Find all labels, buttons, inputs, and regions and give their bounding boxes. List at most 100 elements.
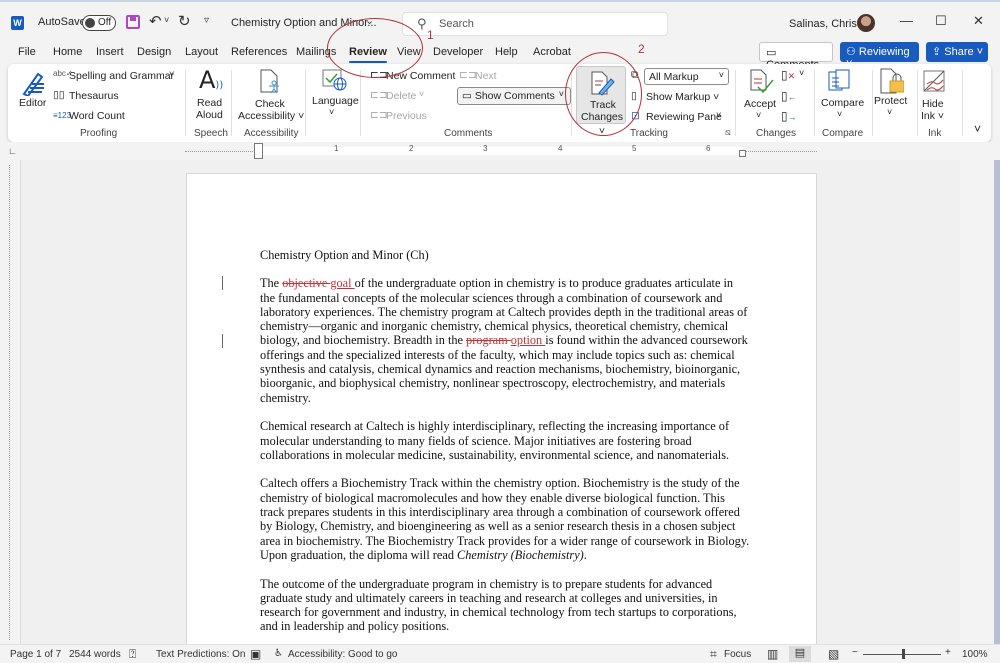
annotation-number-1: 1 [427,28,434,42]
editor-icon [22,72,44,96]
divider [360,70,361,136]
tab-acrobat[interactable]: Acrobat [533,46,571,58]
tab-developer[interactable]: Developer [433,46,483,58]
save-icon[interactable] [126,15,140,29]
minimize-icon[interactable]: — [900,13,913,28]
proofing-status-icon[interactable]: ⍰ [129,647,136,662]
search-icon: ⚲ [417,16,427,31]
tracked-deletion[interactable]: objective [282,276,330,290]
divider [735,70,736,136]
accessibility-status[interactable]: Accessibility: Good to go [288,649,398,660]
accept-icon [750,69,774,94]
maximize-icon[interactable]: ☐ [935,13,947,29]
zoom-slider-thumb[interactable] [902,649,905,659]
reject-icon[interactable]: ▯✕ [781,68,795,82]
annotation-number-2: 2 [638,42,645,56]
spelling-label: Spelling and Grammar [69,70,175,82]
chevron-down-icon: ˅ [756,110,762,120]
dialog-launcher-icon[interactable]: ⧅ [725,127,731,138]
customize-qat-icon[interactable]: ▿ [204,15,209,26]
tab-layout[interactable]: Layout [185,46,218,58]
word-count[interactable]: 2544 words [69,649,121,660]
redo-icon[interactable]: ↻ [178,12,191,30]
search-input[interactable]: ⚲ Search [402,12,668,36]
reviewing-pane-label: Reviewing Pane [646,111,722,123]
paragraph-3: Caltech offers a Biochemistry Track with… [260,476,750,562]
reviewing-button[interactable]: ⚇ Reviewing ˅ [840,42,919,70]
show-comments-button[interactable]: ▭ Show Comments ˅ [457,87,571,105]
close-icon[interactable]: ✕ [973,13,984,29]
chevron-down-icon: ˅ [419,89,425,99]
word-count-label: Word Count [69,110,125,122]
indent-marker-left[interactable] [254,143,263,159]
delete-comment-label: Delete [386,90,417,102]
undo-icon[interactable]: ↶ [149,12,162,30]
share-button-label: Share [944,46,974,58]
ruler-number: 1 [334,144,339,153]
indent-marker-right[interactable] [739,150,746,157]
zoom-in-button[interactable]: + [945,647,951,658]
page-count[interactable]: Page 1 of 7 [10,649,61,660]
protect-icon [880,68,904,94]
zoom-out-button[interactable]: − [852,647,858,658]
title-bar: W AutoSave Off ↶ ˅ ↻ ▿ Chemistry Option … [0,0,1000,42]
ruler-number: 3 [483,144,488,153]
tab-design[interactable]: Design [137,46,171,58]
reviewing-icon: ⚇ [846,46,859,58]
focus-button[interactable]: Focus [724,649,751,660]
change-bar [222,334,223,348]
comment-icon: ▭ [766,47,777,59]
comments-button[interactable]: ▭ Comments [759,42,833,71]
status-bar: Page 1 of 7 2544 words ⍰ Text Prediction… [0,644,1000,663]
autosave-state: Off [98,17,112,28]
text-run: The [260,276,283,291]
check-accessibility-label-2: Accessibility ˅ [238,110,305,122]
compare-label: Compare [821,97,865,109]
markup-select[interactable]: All Markup ˅ [644,68,729,85]
print-layout-icon[interactable]: ▤ [789,646,811,662]
user-name[interactable]: Salinas, Christy [789,18,865,30]
tracked-insertion[interactable]: goal [330,276,354,290]
undo-dropdown-icon[interactable]: ˅ [164,15,169,25]
web-layout-icon[interactable]: ▧ [828,647,839,661]
read-mode-icon[interactable]: ▥ [767,647,778,661]
group-label-comments: Comments [444,128,493,139]
tab-insert[interactable]: Insert [96,46,124,58]
annotation-circle-2 [565,52,642,136]
next-change-icon[interactable]: ▯→ [781,109,797,123]
read-aloud-icon: A)) [199,66,224,94]
vertical-scrollbar[interactable] [994,160,1000,644]
group-label-proofing: Proofing [80,128,118,139]
group-label-tracking: Tracking [630,128,668,139]
reviewing-button-label: Reviewing [858,46,910,58]
language-label: Language [312,95,359,107]
tab-home[interactable]: Home [53,46,82,58]
previous-change-icon[interactable]: ▯← [781,89,797,103]
show-comments-label: Show Comments [474,90,555,102]
tab-selector-icon[interactable]: ∟ [8,146,17,156]
tracked-insertion[interactable]: option [511,333,546,347]
show-comments-icon: ▭ [462,90,475,102]
change-bar [222,276,223,290]
ruler-text-area [259,147,743,155]
avatar[interactable] [857,14,875,32]
share-button[interactable]: ⇪ Share ˅ [926,42,988,62]
divider [814,70,815,136]
text-predictions[interactable]: Text Predictions: On [156,649,245,660]
collapse-ribbon-icon[interactable]: ˅ [974,122,981,136]
paragraph-2: Chemical research at Caltech is highly i… [260,419,730,462]
tracked-deletion[interactable]: program [466,333,511,347]
macro-recording-icon[interactable]: ▣ [250,647,261,661]
ribbon: Editor abc✓ Spelling and Grammar ˅ ▯▯ Th… [8,64,991,142]
tab-file[interactable]: File [18,46,36,58]
vertical-ruler[interactable] [9,165,21,640]
tab-references[interactable]: References [231,46,287,58]
zoom-level[interactable]: 100% [962,649,988,660]
chevron-down-icon: ˅ [887,107,893,117]
reject-dropdown-icon[interactable]: ˅ [799,68,804,78]
autosave-toggle[interactable]: Off [82,15,116,31]
document-body[interactable]: Chemistry Option and Minor (Ch) The obje… [260,248,750,648]
divider [917,70,918,136]
ruler-number: 4 [558,144,563,153]
tab-help[interactable]: Help [495,46,518,58]
